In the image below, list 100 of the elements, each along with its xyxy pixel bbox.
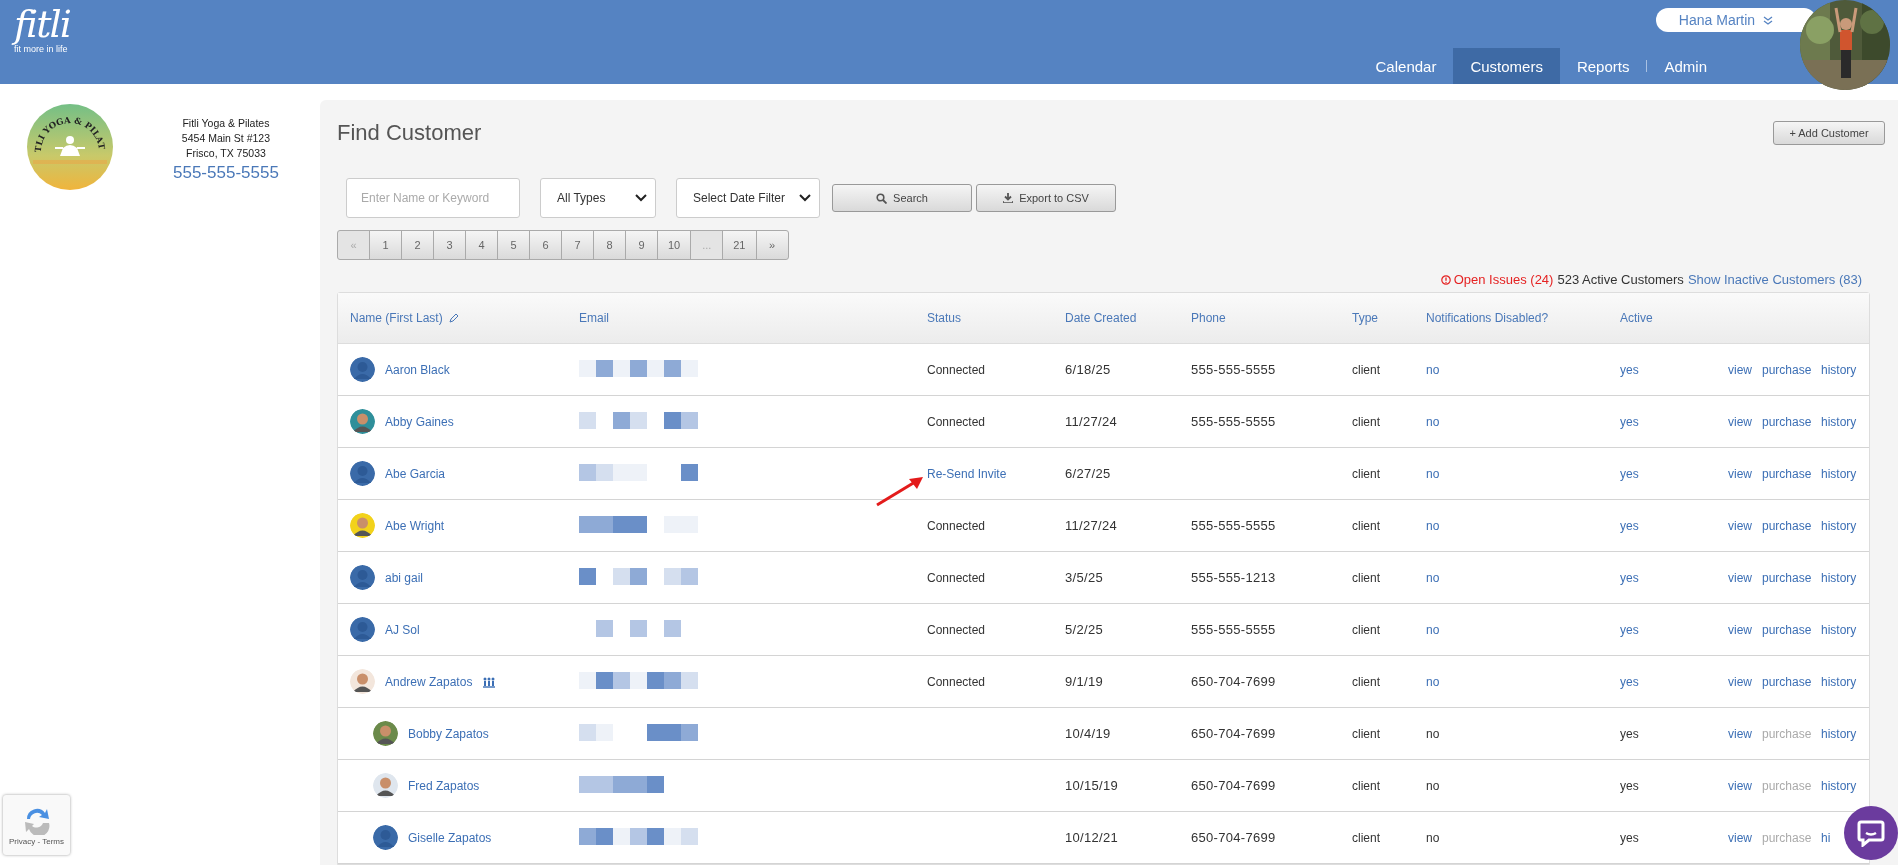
customer-name-link[interactable]: Fred Zapatos	[408, 778, 480, 793]
notifications-link[interactable]: no	[1426, 570, 1440, 585]
notifications-link[interactable]: no	[1426, 362, 1440, 377]
action-link[interactable]: purchase	[1762, 570, 1812, 585]
date-text: 3/5/25	[1065, 570, 1103, 585]
page-button[interactable]: 4	[465, 230, 498, 260]
date-text: 11/27/24	[1065, 518, 1118, 533]
action-link[interactable]: history	[1821, 362, 1857, 377]
action-link[interactable]: history	[1821, 414, 1857, 429]
column-header[interactable]: Status	[927, 311, 962, 325]
page-button[interactable]: 3	[433, 230, 466, 260]
privacy-terms-text[interactable]: Privacy - Terms	[9, 836, 64, 846]
customer-name-link[interactable]: Andrew Zapatos	[385, 674, 473, 689]
action-link[interactable]: purchase	[1762, 674, 1812, 689]
column-header[interactable]: Active	[1620, 311, 1653, 325]
user-menu[interactable]: Hana Martin	[1656, 8, 1816, 32]
action-link[interactable]: history	[1821, 622, 1857, 637]
action-link[interactable]: view	[1728, 674, 1752, 689]
action-link[interactable]: purchase	[1762, 414, 1812, 429]
status-text: Connected	[927, 570, 986, 585]
column-header[interactable]: Notifications Disabled?	[1426, 311, 1549, 325]
page-button[interactable]: 8	[593, 230, 626, 260]
page-button[interactable]: 21	[722, 230, 757, 260]
phone-text: 650-704-7699	[1191, 674, 1276, 689]
customer-name-link[interactable]: Abe Wright	[385, 518, 445, 533]
status-text: Connected	[927, 674, 986, 689]
active-link[interactable]: yes	[1620, 362, 1639, 377]
page-button[interactable]: 2	[401, 230, 434, 260]
action-link[interactable]: history	[1821, 726, 1857, 741]
action-link[interactable]: view	[1728, 570, 1752, 585]
export-button[interactable]: Export to CSV	[976, 184, 1116, 212]
active-text: yes	[1620, 830, 1639, 845]
active-link[interactable]: yes	[1620, 518, 1639, 533]
date-text: 10/15/19	[1065, 778, 1118, 793]
open-issues-link[interactable]: Open Issues (24)	[1440, 272, 1554, 287]
action-link[interactable]: purchase	[1762, 362, 1812, 377]
nav-tab[interactable]: Reports	[1559, 48, 1647, 84]
customer-name-link[interactable]: Abe Garcia	[385, 466, 446, 481]
action-link[interactable]: history	[1821, 778, 1857, 793]
action-link[interactable]: view	[1728, 466, 1752, 481]
action-link[interactable]: view	[1728, 726, 1752, 741]
resend-invite-link[interactable]: Re-Send Invite	[927, 466, 1007, 481]
action-link: purchase	[1762, 726, 1812, 741]
nav-tab[interactable]: Admin	[1647, 48, 1724, 84]
status-text: Connected	[927, 362, 986, 377]
action-link[interactable]: view	[1728, 830, 1752, 845]
customer-name-link[interactable]: AJ Sol	[385, 622, 420, 637]
action-link[interactable]: purchase	[1762, 518, 1812, 533]
avatar-silhouette-icon	[350, 617, 375, 642]
nav-tab[interactable]: Calendar	[1358, 48, 1454, 84]
column-header[interactable]: Name (First Last)	[350, 311, 443, 325]
page-button[interactable]: 9	[625, 230, 658, 260]
action-link[interactable]: view	[1728, 778, 1752, 793]
page-button[interactable]: 10	[657, 230, 692, 260]
active-link[interactable]: yes	[1620, 674, 1639, 689]
filter-dropdown[interactable]: All Types	[540, 178, 656, 218]
customer-name-link[interactable]: abi gail	[385, 570, 424, 585]
customer-name-link[interactable]: Bobby Zapatos	[408, 726, 489, 741]
action-link[interactable]: history	[1821, 674, 1857, 689]
action-link[interactable]: view	[1728, 414, 1752, 429]
action-link[interactable]: view	[1728, 622, 1752, 637]
customer-name-link[interactable]: Abby Gaines	[385, 414, 454, 429]
action-link[interactable]: purchase	[1762, 622, 1812, 637]
active-link[interactable]: yes	[1620, 622, 1639, 637]
action-link[interactable]: history	[1821, 466, 1857, 481]
action-link[interactable]: hi	[1821, 830, 1831, 845]
add-customer-button[interactable]: + Add Customer	[1773, 121, 1885, 145]
filter-dropdown[interactable]: Select Date Filter	[676, 178, 820, 218]
notifications-link[interactable]: no	[1426, 674, 1440, 689]
action-link[interactable]: history	[1821, 570, 1857, 585]
active-link[interactable]: yes	[1620, 414, 1639, 429]
phone-text: 555-555-5555	[1191, 414, 1276, 429]
page-button[interactable]: »	[755, 230, 789, 260]
page-button[interactable]: 5	[497, 230, 530, 260]
column-header[interactable]: Phone	[1191, 311, 1226, 325]
search-button[interactable]: Search	[832, 184, 972, 212]
page-button[interactable]: 1	[369, 230, 402, 260]
nav-tab[interactable]: Customers	[1453, 48, 1560, 84]
action-link[interactable]: view	[1728, 362, 1752, 377]
type-text: client	[1352, 726, 1380, 741]
active-link[interactable]: yes	[1620, 466, 1639, 481]
column-header[interactable]: Email	[579, 311, 609, 325]
column-header[interactable]: Type	[1352, 311, 1378, 325]
column-header[interactable]: Date Created	[1065, 311, 1137, 325]
active-link[interactable]: yes	[1620, 570, 1639, 585]
page-button[interactable]: 6	[529, 230, 562, 260]
notifications-text: no	[1426, 830, 1440, 845]
customer-name-link[interactable]: Aaron Black	[385, 362, 450, 377]
action-link[interactable]: history	[1821, 518, 1857, 533]
page-button[interactable]: 7	[561, 230, 594, 260]
notifications-link[interactable]: no	[1426, 466, 1440, 481]
alert-icon	[1440, 274, 1451, 285]
search-field[interactable]: Enter Name or Keyword	[346, 178, 520, 218]
notifications-link[interactable]: no	[1426, 414, 1440, 429]
action-link[interactable]: purchase	[1762, 466, 1812, 481]
notifications-link[interactable]: no	[1426, 622, 1440, 637]
notifications-link[interactable]: no	[1426, 518, 1440, 533]
customer-name-link[interactable]: Giselle Zapatos	[408, 830, 492, 845]
action-link[interactable]: view	[1728, 518, 1752, 533]
phone-text: 555-555-5555	[1191, 362, 1276, 377]
